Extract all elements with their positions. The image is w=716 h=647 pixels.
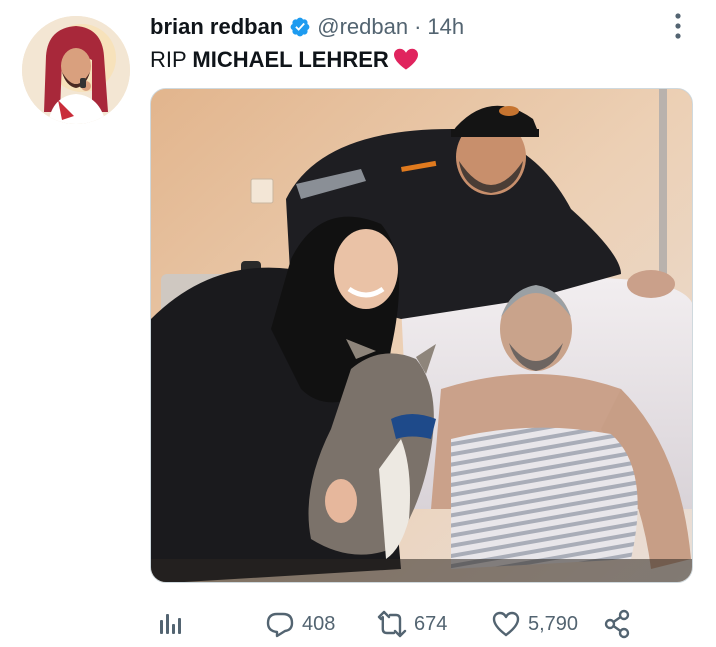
like-button[interactable]: 5,790	[490, 604, 578, 644]
avatar[interactable]	[22, 16, 130, 124]
tweet-actions: 408 674 5,790	[150, 604, 693, 644]
tweet-text: RIP MICHAEL LEHRER	[150, 44, 419, 76]
more-options-icon[interactable]	[664, 10, 692, 42]
reply-button[interactable]: 408	[264, 604, 335, 644]
reply-icon	[266, 612, 294, 638]
separator-dot: ·	[414, 14, 422, 39]
share-button[interactable]	[602, 604, 634, 644]
handle[interactable]: @redban	[317, 12, 408, 42]
timestamp[interactable]: 14h	[427, 12, 464, 42]
display-name[interactable]: brian redban	[150, 12, 283, 42]
red-heart-emoji-icon	[393, 48, 419, 70]
retweet-count: 674	[414, 613, 448, 635]
tweet-text-prefix: RIP	[150, 47, 193, 72]
avatar-image	[22, 16, 130, 124]
views-button[interactable]	[154, 604, 186, 644]
like-count: 5,790	[528, 613, 579, 635]
tweet[interactable]: brian redban @redban · 14h RIP MICHAEL L…	[0, 0, 716, 647]
like-heart-icon	[492, 611, 520, 637]
tweet-text-name: MICHAEL LEHRER	[192, 47, 389, 72]
retweet-icon	[377, 610, 407, 638]
retweet-button[interactable]: 674	[376, 604, 447, 644]
verified-badge-icon	[289, 16, 311, 38]
share-icon	[604, 609, 630, 639]
photo-image	[151, 89, 692, 582]
reply-count: 408	[302, 613, 336, 635]
views-icon	[160, 614, 181, 634]
tweet-header: brian redban @redban · 14h	[150, 12, 464, 42]
tweet-photo[interactable]	[150, 88, 693, 583]
